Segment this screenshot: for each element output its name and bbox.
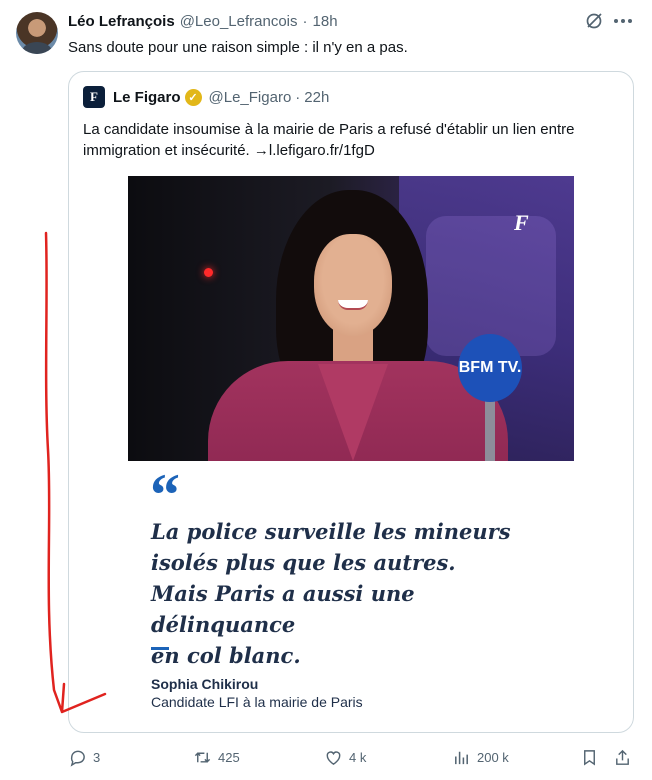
quoted-author-handle[interactable]: @Le_Figaro bbox=[209, 89, 292, 106]
verified-badge-icon: ✓ bbox=[184, 89, 202, 106]
quoted-text: La candidate insoumise à la mairie de Pa… bbox=[83, 121, 575, 159]
person-face bbox=[314, 234, 392, 336]
reply-icon bbox=[70, 750, 85, 767]
reply-button[interactable]: 3 bbox=[68, 748, 100, 767]
retweet-icon bbox=[194, 752, 211, 763]
quote-line: isolés plus que les autres. bbox=[151, 550, 456, 575]
retweet-button[interactable]: 425 bbox=[193, 748, 240, 767]
quote-text: La police surveille les mineurs isolés p… bbox=[151, 516, 561, 671]
bookmark-button[interactable] bbox=[580, 748, 599, 767]
quote-line: en col blanc. bbox=[151, 643, 301, 668]
quoted-author-avatar[interactable]: F bbox=[83, 86, 105, 108]
quoted-author-name[interactable]: Le Figaro bbox=[113, 89, 181, 106]
quote-line: La police surveille les mineurs bbox=[151, 519, 511, 544]
author-avatar[interactable] bbox=[16, 12, 58, 54]
quote-card: “ La police surveille les mineurs isolés… bbox=[128, 461, 574, 723]
header-separator: · bbox=[302, 13, 308, 30]
more-options-icon[interactable] bbox=[612, 12, 634, 30]
views-button[interactable]: 200 k bbox=[452, 748, 509, 767]
bookmark-icon bbox=[584, 750, 595, 766]
tweet-time[interactable]: 18h bbox=[313, 13, 338, 30]
share-button[interactable] bbox=[613, 748, 632, 767]
tweet-text: Sans doute pour une raison simple : il n… bbox=[68, 39, 408, 56]
tweet-header: Léo Lefrançois @Leo_Lefrancois · 18h bbox=[68, 13, 338, 30]
microphone-stand bbox=[485, 398, 495, 461]
author-name[interactable]: Léo Lefrançois bbox=[68, 13, 175, 30]
tweet: Léo Lefrançois @Leo_Lefrancois · 18h San… bbox=[0, 0, 652, 780]
reply-count: 3 bbox=[93, 750, 101, 765]
heart-icon bbox=[326, 751, 341, 765]
views-icon bbox=[455, 751, 468, 765]
tweet-actions: 3 425 4 k 200 k bbox=[68, 748, 634, 770]
share-icon bbox=[616, 749, 629, 765]
like-count: 4 k bbox=[349, 750, 367, 765]
quoted-time[interactable]: 22h bbox=[304, 89, 329, 106]
quote-speaker: Sophia Chikirou bbox=[151, 676, 259, 692]
quoted-separator: · bbox=[295, 89, 301, 106]
studio-red-light bbox=[204, 268, 213, 277]
quoted-image-photo[interactable]: BFM TV. F bbox=[128, 176, 574, 461]
quote-speaker-role: Candidate LFI à la mairie de Paris bbox=[151, 694, 363, 710]
retweet-count: 425 bbox=[218, 750, 240, 765]
grok-icon[interactable] bbox=[585, 12, 603, 30]
quote-divider bbox=[151, 647, 169, 650]
figaro-watermark: F bbox=[514, 210, 529, 235]
microphone-icon: BFM TV. bbox=[458, 334, 522, 402]
views-count: 200 k bbox=[477, 750, 509, 765]
quote-line: Mais Paris a aussi une délinquance bbox=[151, 581, 415, 637]
quoted-header: Le Figaro ✓ @Le_Figaro · 22h bbox=[113, 89, 329, 106]
author-handle[interactable]: @Leo_Lefrancois bbox=[180, 13, 298, 30]
like-button[interactable]: 4 k bbox=[324, 748, 366, 767]
quoted-tweet[interactable]: F Le Figaro ✓ @Le_Figaro · 22h La candid… bbox=[68, 71, 634, 733]
